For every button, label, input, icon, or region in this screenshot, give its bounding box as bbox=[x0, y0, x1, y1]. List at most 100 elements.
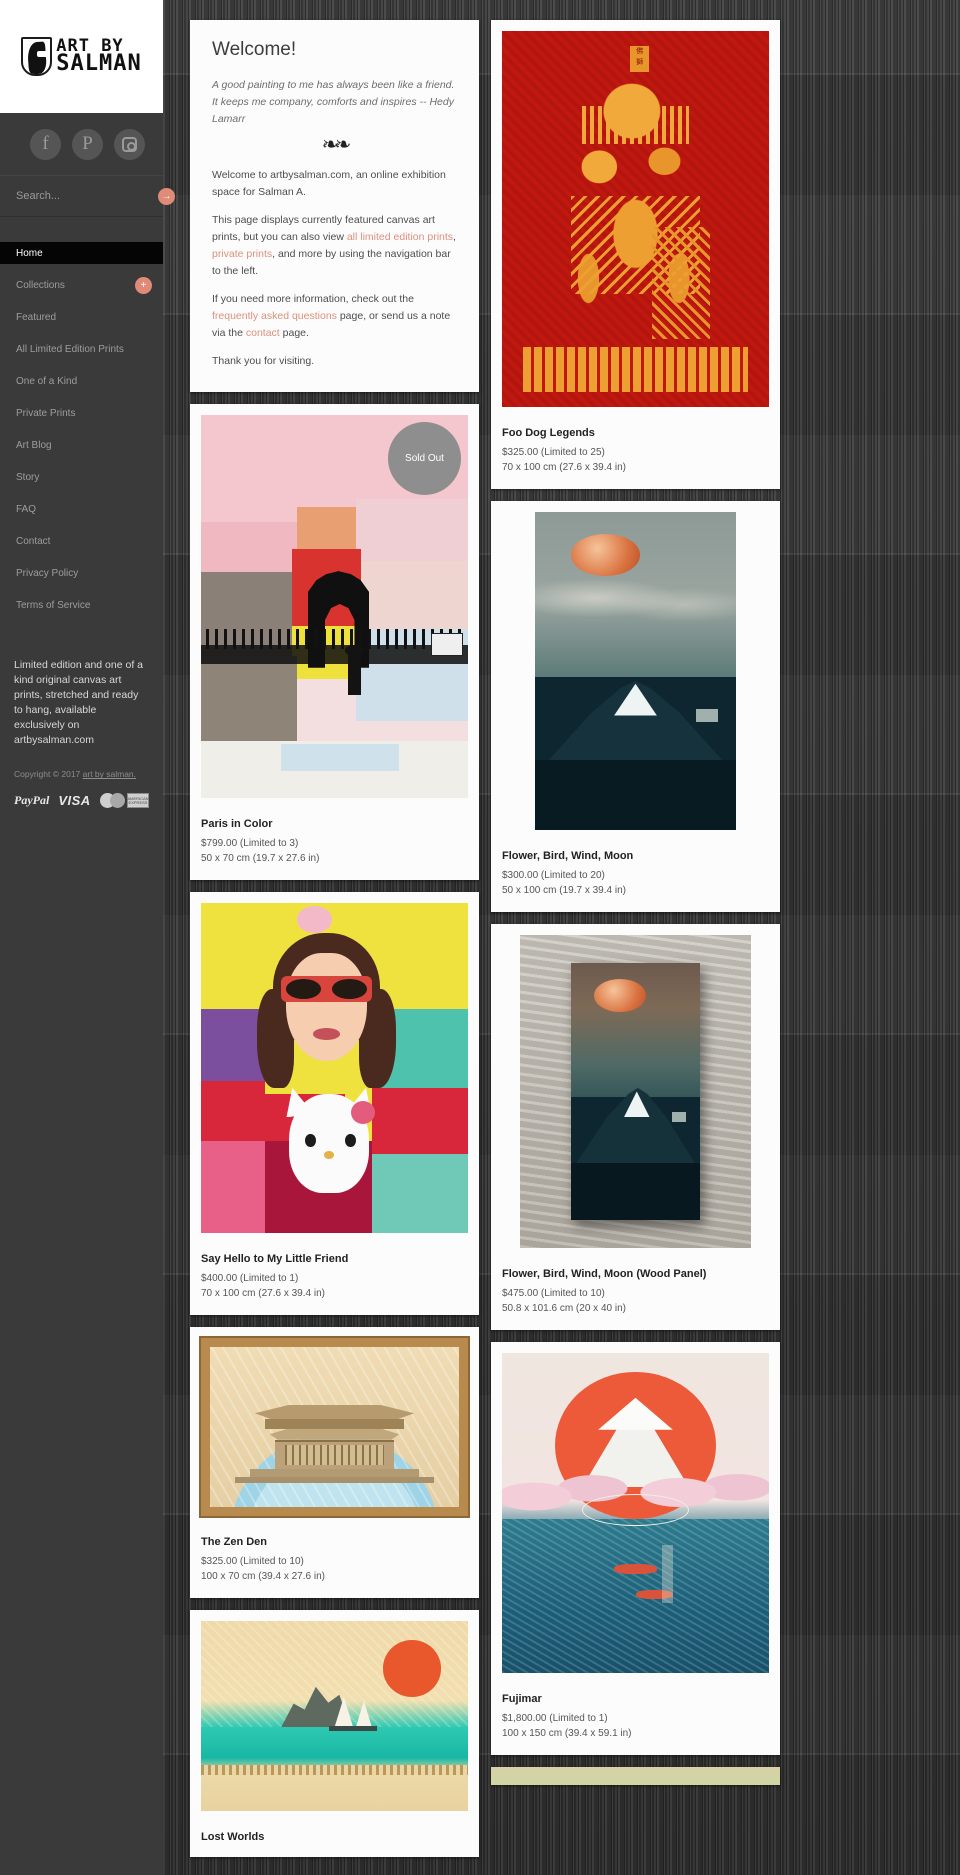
pinterest-icon[interactable]: P bbox=[72, 128, 103, 160]
product-card-flower-bird-wind-moon-wood-panel[interactable]: Flower, Bird, Wind, Moon (Wood Panel) $4… bbox=[491, 924, 780, 1330]
sidebar-item-one-of-a-kind[interactable]: One of a Kind bbox=[0, 370, 163, 392]
amex-icon: AMERICAN EXPRESS bbox=[127, 793, 149, 809]
product-price-value: $475.00 (Limited to 10) bbox=[502, 1288, 605, 1299]
product-size: 70 x 100 cm (27.6 x 39.4 in) bbox=[502, 461, 626, 473]
sidebar-item-terms-of-service[interactable]: Terms of Service bbox=[0, 594, 163, 616]
sidebar-item-label: Collections bbox=[16, 279, 65, 291]
sidebar-item-collections[interactable]: Collections + bbox=[0, 274, 163, 296]
link-private-prints[interactable]: private prints bbox=[212, 248, 272, 260]
product-card-say-hello-to-my-little-friend[interactable]: Say Hello to My Little Friend $400.00 (L… bbox=[190, 892, 479, 1315]
sidebar-item-art-blog[interactable]: Art Blog bbox=[0, 434, 163, 456]
welcome-card: Welcome! A good painting to me has alway… bbox=[190, 20, 479, 392]
welcome-paragraph-3: If you need more information, check out … bbox=[212, 291, 457, 342]
welcome-p3-part-a: If you need more information, check out … bbox=[212, 293, 414, 305]
product-info: Fujimar $1,800.00 (Limited to 1) 100 x 1… bbox=[491, 1684, 780, 1755]
product-title: Fujimar bbox=[502, 1693, 542, 1705]
welcome-quote: A good painting to me has always been li… bbox=[212, 79, 455, 125]
product-price: $325.00 (Limited to 10) 100 x 70 cm (39.… bbox=[201, 1555, 468, 1584]
artwork-fujimar bbox=[502, 1353, 769, 1673]
logo-line-2: SALMAN bbox=[56, 51, 142, 77]
sidebar-item-label: FAQ bbox=[16, 503, 37, 515]
search-bar: → bbox=[0, 175, 175, 217]
product-image-wrapper[interactable]: Sold Out bbox=[190, 404, 479, 809]
product-info: Foo Dog Legends $325.00 (Limited to 25) … bbox=[491, 418, 780, 489]
product-info: The Zen Den $325.00 (Limited to 10) 100 … bbox=[190, 1527, 479, 1598]
artwork-lost-worlds bbox=[201, 1621, 468, 1811]
sidebar-item-label: One of a Kind bbox=[16, 375, 78, 387]
mastercard-icon bbox=[99, 793, 125, 809]
grid-column-right: 佛獅 Foo Dog Legends $325.00 (Limited to 2… bbox=[491, 20, 780, 1857]
link-faq[interactable]: frequently asked questions bbox=[212, 310, 337, 322]
sidebar-item-home[interactable]: Home bbox=[0, 242, 163, 264]
artwork-say-hello-to-my-little-friend bbox=[201, 903, 468, 1233]
artwork-partial bbox=[491, 1767, 780, 1785]
product-title: Flower, Bird, Wind, Moon bbox=[502, 850, 634, 862]
page-title: Welcome! bbox=[212, 39, 297, 60]
sidebar-item-privacy-policy[interactable]: Privacy Policy bbox=[0, 562, 163, 584]
link-all-limited-edition-prints[interactable]: all limited edition prints bbox=[347, 231, 453, 243]
product-price: $799.00 (Limited to 3) 50 x 70 cm (19.7 … bbox=[201, 837, 468, 866]
social-links: f P bbox=[0, 113, 163, 175]
product-card-flower-bird-wind-moon[interactable]: Flower, Bird, Wind, Moon $300.00 (Limite… bbox=[491, 501, 780, 912]
product-price-value: $300.00 (Limited to 20) bbox=[502, 870, 605, 881]
site-logo[interactable]: ART BY SALMAN bbox=[0, 0, 163, 113]
sidebar-item-label: Privacy Policy bbox=[16, 567, 79, 579]
search-submit-button[interactable]: → bbox=[158, 187, 175, 205]
product-image-wrapper[interactable] bbox=[491, 1767, 780, 1785]
product-title: Foo Dog Legends bbox=[502, 427, 595, 439]
product-image-wrapper[interactable]: 佛獅 bbox=[491, 20, 780, 418]
status-badge-sold-out: Sold Out bbox=[388, 422, 461, 495]
product-title: The Zen Den bbox=[201, 1536, 268, 1548]
welcome-paragraph-1: Welcome to artbysalman.com, an online ex… bbox=[212, 169, 446, 198]
sidebar-item-label: All Limited Edition Prints bbox=[16, 343, 124, 355]
artwork-flower-bird-wind-moon bbox=[535, 512, 736, 830]
product-info: Paris in Color $799.00 (Limited to 3) 50… bbox=[190, 809, 479, 880]
product-card-foo-dog-legends[interactable]: 佛獅 Foo Dog Legends $325.00 (Limited to 2… bbox=[491, 20, 780, 489]
product-price-value: $799.00 (Limited to 3) bbox=[201, 838, 299, 849]
facebook-icon[interactable]: f bbox=[30, 128, 61, 160]
welcome-paragraph-2: This page displays currently featured ca… bbox=[212, 212, 457, 280]
sidebar-item-faq[interactable]: FAQ bbox=[0, 498, 163, 520]
product-image-wrapper[interactable] bbox=[190, 1610, 479, 1822]
payment-methods: PayPal VISA AMERICAN EXPRESS bbox=[0, 793, 163, 809]
product-price-value: $1,800.00 (Limited to 1) bbox=[502, 1713, 608, 1724]
product-image-wrapper[interactable] bbox=[190, 1327, 479, 1527]
instagram-icon[interactable] bbox=[114, 128, 145, 160]
sidebar-promo-text: Limited edition and one of a kind origin… bbox=[14, 659, 144, 746]
search-input[interactable] bbox=[16, 190, 158, 202]
product-card-lost-worlds[interactable]: Lost Worlds bbox=[190, 1610, 479, 1857]
facebook-glyph: f bbox=[42, 133, 49, 154]
sidebar-item-contact[interactable]: Contact bbox=[0, 530, 163, 552]
product-image-wrapper[interactable] bbox=[491, 1342, 780, 1684]
product-card-the-zen-den[interactable]: The Zen Den $325.00 (Limited to 10) 100 … bbox=[190, 1327, 479, 1598]
sidebar-item-story[interactable]: Story bbox=[0, 466, 163, 488]
welcome-paragraph-4: Thank you for visiting. bbox=[212, 355, 315, 367]
link-contact[interactable]: contact bbox=[246, 327, 280, 339]
product-price: $300.00 (Limited to 20) 50 x 100 cm (19.… bbox=[502, 869, 769, 898]
artwork-flower-bird-wind-moon-wood-panel bbox=[520, 935, 751, 1248]
product-title: Say Hello to My Little Friend bbox=[201, 1253, 349, 1265]
product-size: 50 x 70 cm (19.7 x 27.6 in) bbox=[201, 852, 320, 864]
product-card-fujimar[interactable]: Fujimar $1,800.00 (Limited to 1) 100 x 1… bbox=[491, 1342, 780, 1755]
sidebar-item-featured[interactable]: Featured bbox=[0, 306, 163, 328]
product-title: Flower, Bird, Wind, Moon (Wood Panel) bbox=[502, 1268, 707, 1280]
welcome-p2-part-b: , bbox=[453, 231, 456, 243]
sidebar-item-private-prints[interactable]: Private Prints bbox=[0, 402, 163, 424]
welcome-p3-part-c: page. bbox=[279, 327, 309, 339]
product-card-next-partial[interactable] bbox=[491, 1767, 780, 1785]
product-image-wrapper[interactable] bbox=[491, 501, 780, 841]
product-image-wrapper[interactable] bbox=[190, 892, 479, 1244]
product-price: $1,800.00 (Limited to 1) 100 x 150 cm (3… bbox=[502, 1712, 769, 1741]
product-title: Paris in Color bbox=[201, 818, 273, 830]
sidebar-item-all-limited-edition-prints[interactable]: All Limited Edition Prints bbox=[0, 338, 163, 360]
product-image-wrapper[interactable] bbox=[491, 924, 780, 1259]
expand-collections-button[interactable]: + bbox=[135, 276, 152, 294]
product-price-value: $400.00 (Limited to 1) bbox=[201, 1273, 299, 1284]
copyright-link[interactable]: art by salman. bbox=[83, 769, 136, 779]
product-card-paris-in-color[interactable]: Sold Out Paris in Color $799.00 (Limited… bbox=[190, 404, 479, 880]
